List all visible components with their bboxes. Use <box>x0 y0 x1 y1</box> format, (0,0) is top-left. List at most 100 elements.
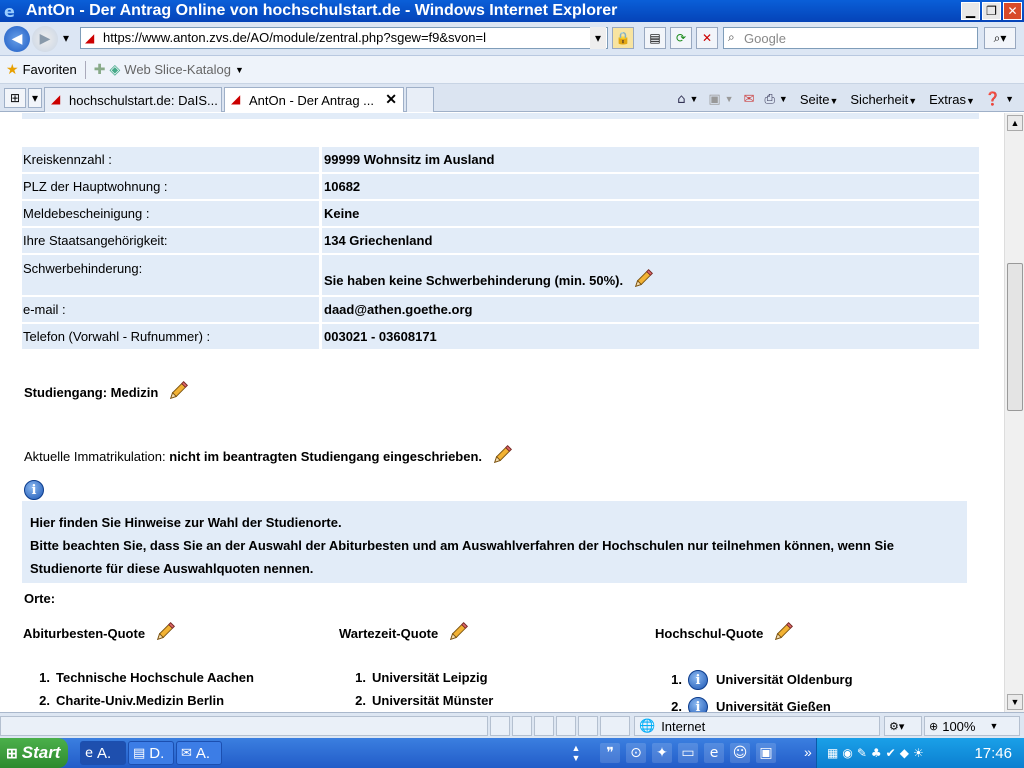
quick-launch-icon[interactable]: ☺ <box>730 743 750 763</box>
edit-pencil-icon[interactable] <box>492 443 514 465</box>
print-dropdown-icon[interactable]: ▼ <box>779 94 788 104</box>
taskbar-item-mail[interactable]: ✉ A. <box>176 741 222 765</box>
tab-label: AntOn - Der Antrag ... <box>249 92 374 108</box>
ie-icon: e <box>85 745 93 761</box>
forward-button[interactable]: ▶ <box>32 26 58 52</box>
search-input[interactable]: ⌕ Google <box>723 27 978 49</box>
hint-box: Hier finden Sie Hinweise zur Wahl der St… <box>22 501 967 583</box>
info-icon[interactable]: i <box>24 480 44 500</box>
protected-mode-button[interactable]: ⚙▾ <box>884 716 922 736</box>
restore-button[interactable]: ❐ <box>982 2 1001 20</box>
quick-launch-icon[interactable]: e <box>704 743 724 763</box>
home-icon[interactable]: ⌂ <box>677 92 685 107</box>
tray-icon[interactable]: ◆ <box>900 746 909 760</box>
edit-pencil-icon[interactable] <box>448 620 470 642</box>
safety-menu[interactable]: Sicherheit▼ <box>850 92 917 107</box>
quick-launch-icon[interactable]: ❞ <box>600 743 620 763</box>
page-menu[interactable]: Seite▼ <box>800 92 839 107</box>
studiengang-line: Studiengang: Medizin <box>24 379 190 401</box>
row-label: Ihre Staatsangehörigkeit: <box>22 228 322 253</box>
abitur-quota-list: 1. Technische Hochschule Aachen 2. Charite… <box>30 666 254 712</box>
favorites-button[interactable]: Favoriten <box>23 62 77 77</box>
quick-launch-icon[interactable]: ✦ <box>652 743 672 763</box>
search-button[interactable]: ⌕▾ <box>984 27 1016 49</box>
edit-pencil-icon[interactable] <box>633 267 655 289</box>
status-segment <box>490 716 510 736</box>
lock-icon[interactable]: 🔒 <box>612 27 634 49</box>
zoom-dropdown-icon: ▼ <box>989 721 999 731</box>
stop-icon[interactable]: ✕ <box>696 27 718 49</box>
edit-pencil-icon[interactable] <box>155 620 177 642</box>
list-number: 1. <box>39 670 50 685</box>
edit-pencil-icon[interactable] <box>168 379 190 401</box>
address-input[interactable]: ◢ https://www.anton.zvs.de/AO/module/zen… <box>80 27 608 49</box>
tray-icon[interactable]: ◉ <box>842 746 852 760</box>
taskbar-scroll-icon[interactable]: ▲ ▼ <box>568 742 584 764</box>
tab-list-dropdown-icon[interactable]: ▾ <box>28 88 42 108</box>
help-icon[interactable]: ❓ <box>985 92 1001 107</box>
close-button[interactable]: ✕ <box>1003 2 1022 20</box>
protected-mode-icon: ⚙▾ <box>889 719 905 733</box>
quick-launch-icon[interactable]: ▭ <box>678 743 698 763</box>
zoom-button[interactable]: ⊕ 100% ▼ <box>924 716 1020 736</box>
home-dropdown-icon[interactable]: ▼ <box>689 94 698 104</box>
history-dropdown-icon[interactable]: ▾ <box>58 27 74 49</box>
web-slice-link[interactable]: Web Slice-Katalog <box>124 62 231 77</box>
info-icon[interactable]: i <box>688 669 708 690</box>
tray-icon[interactable]: ✔ <box>886 746 896 760</box>
list-number: 1. <box>671 672 682 687</box>
quick-launch-icon[interactable]: ⊙ <box>626 743 646 763</box>
system-tray: ▦ ◉ ✎ ♣ ✔ ◆ ☀ 17:46 <box>816 738 1024 768</box>
web-slice-dropdown-icon[interactable]: ▼ <box>235 65 244 75</box>
quick-launch: ❞ ⊙ ✦ ▭ e ☺ ▣ <box>600 743 776 763</box>
page-scrollbar[interactable]: ▲ ▼ <box>1004 113 1024 712</box>
taskbar: ⊞ Start e A. ▤ D. ✉ A. ▲ ▼ ❞ ⊙ ✦ ▭ e ☺ ▣ … <box>0 738 1024 768</box>
info-icon[interactable]: i <box>688 696 708 712</box>
start-button[interactable]: ⊞ Start <box>0 738 68 768</box>
taskbar-item-word[interactable]: ▤ D. <box>128 741 174 765</box>
print-icon[interactable]: ⎙ <box>765 92 775 107</box>
list-number: 2. <box>671 699 682 712</box>
row-value: 003021 - 03608171 <box>322 324 979 349</box>
taskbar-item-ie[interactable]: e A. <box>80 741 126 765</box>
compatibility-icon[interactable]: ▤ <box>644 27 666 49</box>
site-favicon-icon: ◢ <box>85 31 95 45</box>
search-placeholder: Google <box>744 31 786 46</box>
tray-icon[interactable]: ☀ <box>913 746 924 760</box>
tab-anton[interactable]: ◢ AntOn - Der Antrag ... ✕ <box>224 87 404 112</box>
table-row: Telefon (Vorwahl - Rufnummer) : 003021 -… <box>22 324 979 349</box>
tab-close-icon[interactable]: ✕ <box>385 91 397 108</box>
more-icons-chevron-icon[interactable]: » <box>804 744 812 760</box>
status-text-area <box>0 716 488 736</box>
status-segment <box>512 716 532 736</box>
feeds-icon[interactable]: ▣ <box>708 92 720 107</box>
quota-title: Hochschul-Quote <box>655 626 764 641</box>
university-name: Universität Münster <box>372 693 494 708</box>
minimize-button[interactable]: ▁ <box>961 2 980 20</box>
tray-icon[interactable]: ▦ <box>827 746 838 760</box>
scroll-up-icon[interactable]: ▲ <box>1007 115 1023 131</box>
clock: 17:46 <box>974 745 1012 762</box>
back-button[interactable]: ◀ <box>4 26 30 52</box>
table-row: e-mail : daad@athen.goethe.org <box>22 297 979 322</box>
feeds-dropdown-icon[interactable]: ▼ <box>725 94 734 104</box>
edit-pencil-icon[interactable] <box>773 620 795 642</box>
quick-tabs-icon[interactable]: ⊞ <box>4 88 26 108</box>
tray-icon[interactable]: ♣ <box>871 746 882 760</box>
quick-launch-icon[interactable]: ▣ <box>756 743 776 763</box>
tab-hochschulstart[interactable]: ◢ hochschulstart.de: DaIS... <box>44 87 222 112</box>
zoom-level: 100% <box>942 718 976 734</box>
extras-menu[interactable]: Extras▼ <box>929 92 975 107</box>
scroll-down-icon[interactable]: ▼ <box>1007 694 1023 710</box>
status-segment <box>534 716 554 736</box>
mail-icon[interactable]: ✉ <box>744 92 755 107</box>
address-dropdown-icon[interactable]: ▾ <box>590 27 606 49</box>
scroll-thumb[interactable] <box>1007 263 1023 411</box>
new-tab-button[interactable] <box>406 87 434 112</box>
help-dropdown-icon[interactable]: ▼ <box>1005 94 1014 104</box>
globe-icon: 🌐 <box>639 718 656 734</box>
tray-icon[interactable]: ✎ <box>857 746 867 760</box>
add-favorite-icon[interactable]: ✚ <box>94 61 106 78</box>
refresh-icon[interactable]: ⟳ <box>670 27 692 49</box>
zoom-icon: ⊕ <box>929 719 939 733</box>
